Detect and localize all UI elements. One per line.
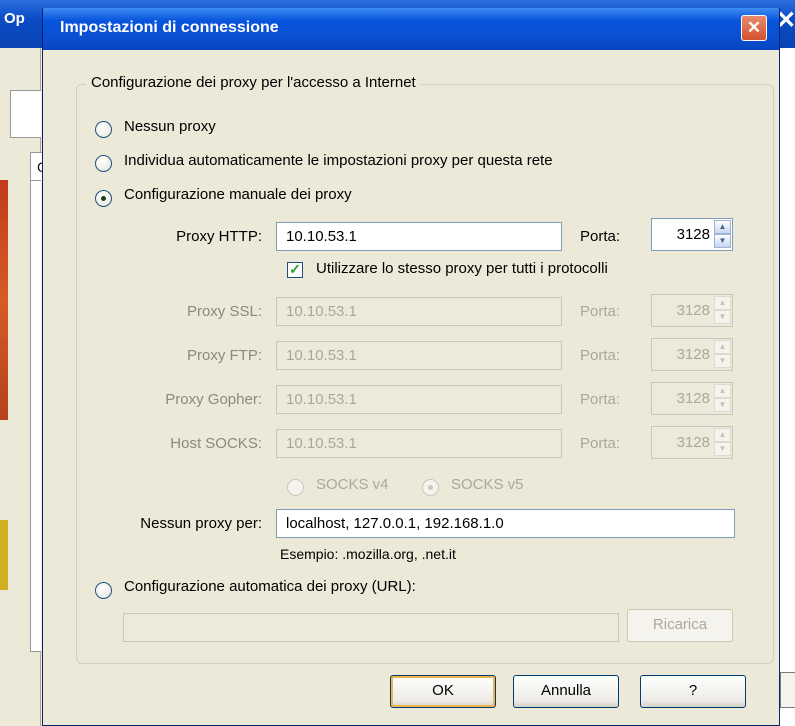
same-proxy-checkbox[interactable]: ✓ bbox=[287, 262, 303, 278]
background-tab-pane bbox=[30, 180, 41, 652]
proxy-ssl-label: Proxy SSL: bbox=[186, 303, 262, 320]
proxy-ftp-port-value: 3128 bbox=[676, 346, 710, 363]
proxy-gopher-input[interactable]: 10.10.53.1 bbox=[276, 385, 562, 414]
spin-down-icon[interactable]: ▼ bbox=[714, 398, 731, 412]
radio-socks-v5[interactable] bbox=[422, 479, 439, 496]
proxy-ssl-port-stepper[interactable]: 3128 ▲ ▼ bbox=[651, 294, 733, 327]
help-button[interactable]: ? bbox=[640, 675, 746, 708]
close-icon[interactable]: ✕ bbox=[741, 15, 767, 41]
proxy-config-legend: Configurazione dei proxy per l'accesso a… bbox=[86, 74, 421, 91]
radio-no-proxy[interactable] bbox=[95, 121, 112, 138]
proxy-ftp-port-stepper[interactable]: 3128 ▲ ▼ bbox=[651, 338, 733, 371]
radio-manual-proxy[interactable] bbox=[95, 190, 112, 207]
radio-no-proxy-label[interactable]: Nessun proxy bbox=[124, 118, 216, 135]
background-window-title: Op bbox=[4, 10, 25, 27]
spin-up-icon[interactable]: ▲ bbox=[714, 220, 731, 234]
proxy-ssl-port-label: Porta: bbox=[580, 303, 621, 320]
radio-manual-proxy-label[interactable]: Configurazione manuale dei proxy bbox=[124, 186, 352, 203]
radio-auto-detect-label[interactable]: Individua automaticamente le impostazion… bbox=[124, 152, 553, 169]
auto-config-url-input[interactable] bbox=[123, 613, 619, 642]
proxy-ftp-label: Proxy FTP: bbox=[186, 347, 262, 364]
spin-down-icon[interactable]: ▼ bbox=[714, 234, 731, 248]
radio-socks-v5-label[interactable]: SOCKS v5 bbox=[451, 476, 524, 493]
radio-socks-v4[interactable] bbox=[287, 479, 304, 496]
proxy-ftp-port-label: Porta: bbox=[580, 347, 621, 364]
proxy-http-label: Proxy HTTP: bbox=[176, 228, 262, 245]
proxy-ftp-input[interactable]: 10.10.53.1 bbox=[276, 341, 562, 370]
background-right-edge bbox=[780, 48, 795, 726]
proxy-ssl-port-value: 3128 bbox=[676, 302, 710, 319]
spin-up-icon[interactable]: ▲ bbox=[714, 340, 731, 354]
background-image-strip bbox=[0, 180, 8, 420]
ok-button[interactable]: OK bbox=[390, 675, 496, 708]
spin-down-icon[interactable]: ▼ bbox=[714, 310, 731, 324]
no-proxy-for-input[interactable]: localhost, 127.0.0.1, 192.168.1.0 bbox=[276, 509, 735, 538]
proxy-http-port-stepper[interactable]: 3128 ▲ ▼ bbox=[651, 218, 733, 251]
proxy-http-port-value: 3128 bbox=[676, 226, 710, 243]
proxy-gopher-port-label: Porta: bbox=[580, 391, 621, 408]
spin-up-icon[interactable]: ▲ bbox=[714, 384, 731, 398]
socks-host-label: Host SOCKS: bbox=[170, 435, 262, 452]
spin-down-icon[interactable]: ▼ bbox=[714, 442, 731, 456]
connection-settings-dialog: Impostazioni di connessione ✕ Configuraz… bbox=[42, 8, 780, 726]
socks-port-stepper[interactable]: 3128 ▲ ▼ bbox=[651, 426, 733, 459]
reload-button[interactable]: Ricarica bbox=[627, 609, 733, 642]
dialog-titlebar[interactable]: Impostazioni di connessione ✕ bbox=[43, 8, 779, 50]
socks-port-value: 3128 bbox=[676, 434, 710, 451]
proxy-http-input[interactable]: 10.10.53.1 bbox=[276, 222, 562, 251]
radio-auto-config-url-label[interactable]: Configurazione automatica dei proxy (URL… bbox=[124, 578, 416, 595]
proxy-gopher-port-stepper[interactable]: 3128 ▲ ▼ bbox=[651, 382, 733, 415]
socks-host-input[interactable]: 10.10.53.1 bbox=[276, 429, 562, 458]
background-button-edge[interactable] bbox=[780, 672, 795, 708]
background-panel bbox=[10, 90, 41, 138]
cancel-button[interactable]: Annulla bbox=[513, 675, 619, 708]
background-image-strip-2 bbox=[0, 520, 8, 590]
dialog-title: Impostazioni di connessione bbox=[60, 19, 279, 36]
radio-socks-v4-label[interactable]: SOCKS v4 bbox=[316, 476, 389, 493]
proxy-ssl-input[interactable]: 10.10.53.1 bbox=[276, 297, 562, 326]
no-proxy-example: Esempio: .mozilla.org, .net.it bbox=[280, 546, 456, 562]
socks-port-label: Porta: bbox=[580, 435, 621, 452]
no-proxy-for-label: Nessun proxy per: bbox=[140, 515, 262, 532]
proxy-gopher-label: Proxy Gopher: bbox=[165, 391, 262, 408]
same-proxy-label[interactable]: Utilizzare lo stesso proxy per tutti i p… bbox=[316, 260, 608, 277]
spin-up-icon[interactable]: ▲ bbox=[714, 428, 731, 442]
proxy-http-port-label: Porta: bbox=[580, 228, 621, 245]
radio-auto-config-url[interactable] bbox=[95, 582, 112, 599]
proxy-gopher-port-value: 3128 bbox=[676, 390, 710, 407]
radio-auto-detect[interactable] bbox=[95, 155, 112, 172]
proxy-config-group bbox=[76, 84, 774, 664]
spin-down-icon[interactable]: ▼ bbox=[714, 354, 731, 368]
spin-up-icon[interactable]: ▲ bbox=[714, 296, 731, 310]
